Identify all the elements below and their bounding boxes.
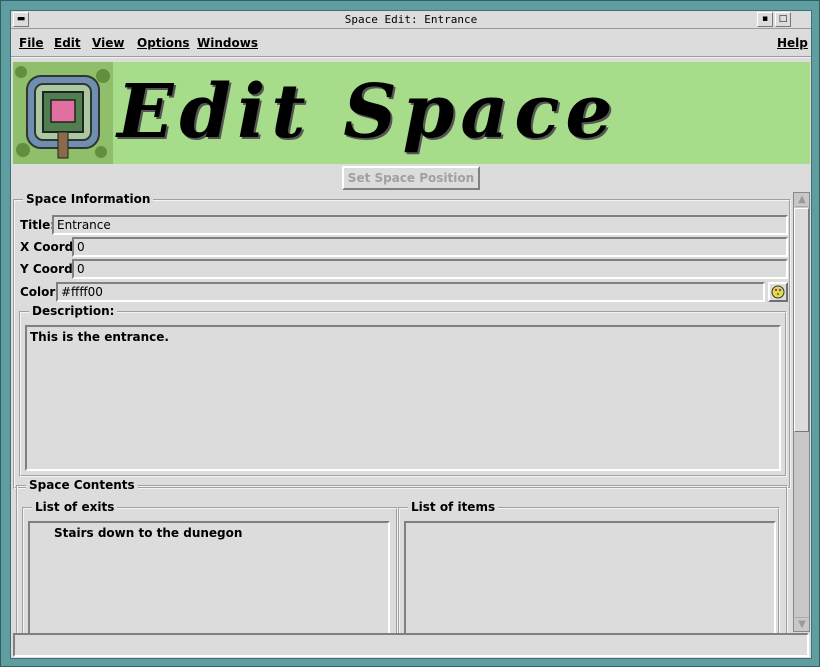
title-bar[interactable]: ▬ Space Edit: Entrance ▪ □ <box>11 11 811 29</box>
scroll-down-icon[interactable]: ▼ <box>795 617 809 631</box>
space-contents-group: Space Contents List of exits Stairs down… <box>16 478 788 633</box>
menu-windows[interactable]: Windows <box>197 36 258 50</box>
palette-icon[interactable] <box>768 282 788 302</box>
title-field[interactable]: Entrance <box>52 215 788 235</box>
set-space-position-button[interactable]: Set Space Position <box>342 166 480 190</box>
y-coord-label: Y Coord: <box>20 262 78 276</box>
castle-map-image <box>13 62 113 164</box>
scroll-thumb[interactable] <box>794 208 809 432</box>
menu-options[interactable]: Options <box>137 36 190 50</box>
menu-bar: File Edit View Options Windows Help <box>11 30 811 58</box>
minimize-icon[interactable]: ▪ <box>757 12 773 27</box>
title-label: Title: <box>20 218 56 232</box>
items-group: List of items <box>398 500 780 633</box>
status-bar <box>13 633 809 657</box>
y-coord-field[interactable]: 0 <box>72 259 788 279</box>
window-body: ▬ Space Edit: Entrance ▪ □ File Edit Vie… <box>10 10 812 659</box>
window-title: Space Edit: Entrance <box>344 13 478 26</box>
x-coord-label: X Coord: <box>20 240 79 254</box>
exits-list[interactable]: Stairs down to the dunegon <box>28 521 390 633</box>
menu-help[interactable]: Help <box>777 36 808 50</box>
menu-edit[interactable]: Edit <box>54 36 81 50</box>
color-field[interactable]: #ffff00 <box>56 282 765 302</box>
space-information-group: Space Information Title: Entrance X Coor… <box>13 192 791 489</box>
description-label: Description: <box>29 304 118 318</box>
vertical-scrollbar[interactable]: ▲ ▼ <box>793 192 810 632</box>
x-coord-field[interactable]: 0 <box>72 237 788 257</box>
menu-file[interactable]: File <box>19 36 44 50</box>
banner: Edit Space <box>13 62 810 164</box>
items-label: List of items <box>408 500 499 514</box>
description-textarea[interactable]: This is the entrance. <box>25 325 781 471</box>
space-contents-label: Space Contents <box>26 478 138 492</box>
description-group: Description: This is the entrance. <box>19 304 787 477</box>
menu-view[interactable]: View <box>92 36 124 50</box>
list-item[interactable]: Stairs down to the dunegon <box>30 523 388 540</box>
items-list[interactable] <box>404 521 776 633</box>
exits-label: List of exits <box>32 500 118 514</box>
scroll-up-icon[interactable]: ▲ <box>795 193 809 207</box>
window-frame: ▬ Space Edit: Entrance ▪ □ File Edit Vie… <box>0 0 820 667</box>
maximize-icon[interactable]: □ <box>775 12 791 27</box>
exits-group: List of exits Stairs down to the dunegon <box>22 500 398 633</box>
space-information-label: Space Information <box>23 192 154 206</box>
banner-title: Edit Space <box>117 69 619 155</box>
color-label: Color: <box>20 285 61 299</box>
